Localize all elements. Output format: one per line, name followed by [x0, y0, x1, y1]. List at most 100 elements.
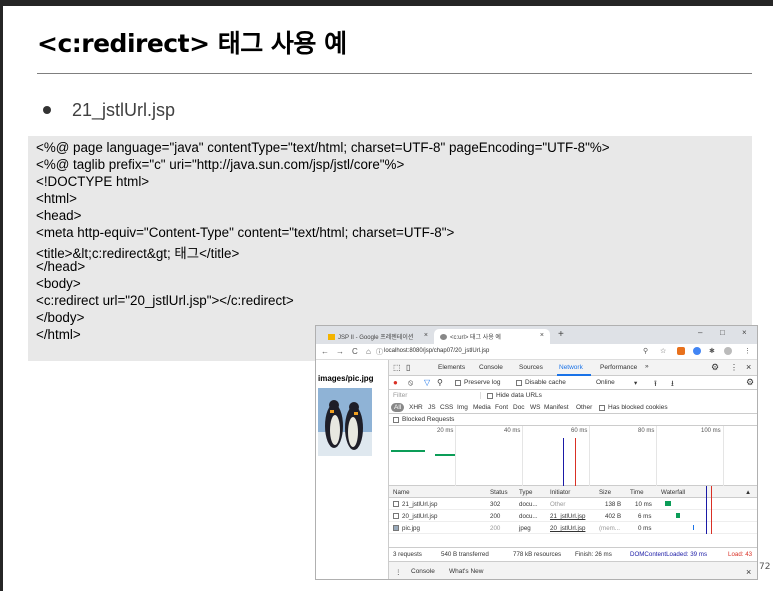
filter-other[interactable]: Other	[576, 404, 592, 411]
column-size[interactable]: Size	[599, 489, 611, 496]
drawer-tab-console[interactable]: Console	[411, 568, 435, 575]
row-name: 21_jstlUrl.jsp	[402, 501, 438, 508]
column-type[interactable]: Type	[519, 489, 532, 496]
gear-icon[interactable]: ⚙	[711, 362, 719, 373]
back-button[interactable]: ←	[321, 347, 329, 356]
tab-elements[interactable]: Elements	[438, 364, 465, 371]
row-time: 10 ms	[635, 501, 652, 508]
type-filter-row: All XHR JS CSS Img Media Font Doc WS Man…	[389, 402, 757, 414]
page-text: images/pic.jpg	[318, 374, 374, 383]
table-row[interactable]: pic.jpg 200 jpeg 20_jstlUrl.jsp (mem... …	[389, 522, 757, 534]
image-icon	[393, 525, 399, 531]
code-line: </html>	[36, 327, 81, 342]
home-button[interactable]: ⌂	[366, 347, 371, 356]
tab-active-page[interactable]: <c:url> 태그 사용 예 ×	[434, 329, 550, 344]
filter-input[interactable]: Filter	[393, 392, 481, 399]
status-transferred: 540 B transferred	[441, 551, 489, 558]
url-input[interactable]: localhost:8080/jsp/chap07/20_jstlUrl.jsp	[384, 348, 489, 354]
puzzle-icon[interactable]: ✱	[709, 347, 715, 355]
filter-css[interactable]: CSS	[440, 404, 453, 411]
column-status[interactable]: Status	[490, 489, 508, 496]
filter-doc[interactable]: Doc	[513, 404, 525, 411]
tab-slides[interactable]: JSP II - Google 프레젠테이션 ×	[322, 329, 434, 344]
column-time[interactable]: Time	[630, 489, 644, 496]
kebab-icon[interactable]: ⋮	[730, 363, 738, 372]
filter-row: Filter Hide data URLs	[389, 390, 757, 402]
reload-button[interactable]: C	[352, 347, 358, 356]
tab-sources[interactable]: Sources	[519, 364, 543, 371]
filter-all[interactable]: All	[391, 403, 405, 412]
gear-icon[interactable]: ⚙	[746, 377, 754, 388]
tab-label: <c:url> 태그 사용 예	[450, 335, 501, 341]
blocked-cookies-label: Has blocked cookies	[608, 404, 668, 411]
device-icon[interactable]: ▯	[406, 363, 410, 372]
browser-window: JSP II - Google 프레젠테이션 × <c:url> 태그 사용 예…	[315, 325, 758, 580]
extension-icon[interactable]	[677, 347, 685, 355]
drawer-menu-icon[interactable]: ⋮	[395, 568, 402, 576]
filter-js[interactable]: JS	[428, 404, 436, 411]
more-tabs-button[interactable]: »	[645, 363, 649, 370]
code-line: <!DOCTYPE html>	[36, 174, 150, 189]
drawer-tab-whats-new[interactable]: What's New	[449, 568, 483, 575]
load-line	[711, 486, 712, 534]
hide-data-urls-checkbox[interactable]	[487, 393, 493, 399]
timeline-gridline	[723, 426, 724, 486]
slide-title: <c:redirect> 태그 사용 예	[37, 29, 347, 58]
column-initiator[interactable]: Initiator	[550, 489, 570, 496]
avatar[interactable]	[724, 347, 732, 355]
menu-icon[interactable]: ⋮	[744, 347, 751, 355]
zoom-icon[interactable]: ⚲	[643, 347, 648, 355]
close-icon[interactable]: ×	[746, 362, 751, 372]
row-status: 302	[490, 501, 501, 508]
star-icon[interactable]: ☆	[660, 347, 666, 355]
close-icon[interactable]: ×	[540, 332, 544, 339]
filter-img[interactable]: Img	[457, 404, 468, 411]
filter-icon[interactable]: ▽	[424, 378, 430, 387]
filter-ws[interactable]: WS	[530, 404, 540, 411]
slides-icon	[328, 334, 335, 340]
row-status: 200	[490, 513, 501, 520]
tab-performance[interactable]: Performance	[600, 364, 637, 371]
extension-icon[interactable]	[693, 347, 701, 355]
new-tab-button[interactable]: +	[558, 329, 564, 340]
chevron-down-icon[interactable]: ▾	[634, 379, 637, 387]
search-icon[interactable]: ⚲	[437, 378, 443, 387]
inspect-icon[interactable]: ⬚	[393, 363, 401, 372]
row-initiator-link[interactable]: 20_jstlUrl.jsp	[550, 525, 585, 532]
code-line: <html>	[36, 191, 77, 206]
filter-xhr[interactable]: XHR	[409, 404, 423, 411]
status-finish: Finish: 26 ms	[575, 551, 612, 558]
clear-icon[interactable]: ⦸	[408, 378, 413, 388]
close-window-button[interactable]: ×	[742, 328, 747, 337]
filter-manifest[interactable]: Manifest	[544, 404, 569, 411]
row-initiator-link[interactable]: 21_jstlUrl.jsp	[550, 513, 585, 520]
filter-font[interactable]: Font	[495, 404, 508, 411]
close-icon[interactable]: ×	[424, 332, 428, 339]
column-waterfall[interactable]: Waterfall	[661, 489, 685, 496]
table-row[interactable]: 20_jstlUrl.jsp 200 docu... 21_jstlUrl.js…	[389, 510, 757, 522]
tab-console[interactable]: Console	[479, 364, 503, 371]
table-row[interactable]: 21_jstlUrl.jsp 302 docu... Other 138 B 1…	[389, 498, 757, 510]
row-initiator: Other	[550, 501, 566, 508]
tab-network[interactable]: Network	[559, 364, 583, 371]
maximize-button[interactable]: □	[720, 328, 725, 337]
record-icon[interactable]: ●	[393, 378, 398, 387]
throttle-select[interactable]: Online	[596, 379, 615, 386]
column-name[interactable]: Name	[393, 489, 410, 496]
filter-media[interactable]: Media	[473, 404, 491, 411]
code-line: <%@ page language="java" contentType="te…	[36, 140, 610, 155]
close-icon[interactable]: ×	[746, 567, 751, 577]
timeline-gridline	[656, 426, 657, 486]
blocked-requests-checkbox[interactable]	[393, 417, 399, 423]
minimize-button[interactable]: –	[698, 328, 702, 337]
row-time: 0 ms	[638, 525, 652, 532]
preserve-log-checkbox[interactable]	[455, 380, 461, 386]
code-line: </body>	[36, 310, 85, 325]
disable-cache-checkbox[interactable]	[516, 380, 522, 386]
timeline-request-bar	[391, 450, 425, 452]
row-type: docu...	[519, 513, 538, 520]
blocked-cookies-checkbox[interactable]	[599, 405, 605, 411]
code-line: <%@ taglib prefix="c" uri="http://java.s…	[36, 157, 405, 172]
forward-button[interactable]: →	[336, 347, 344, 356]
sort-icon[interactable]: ▲	[745, 489, 751, 496]
